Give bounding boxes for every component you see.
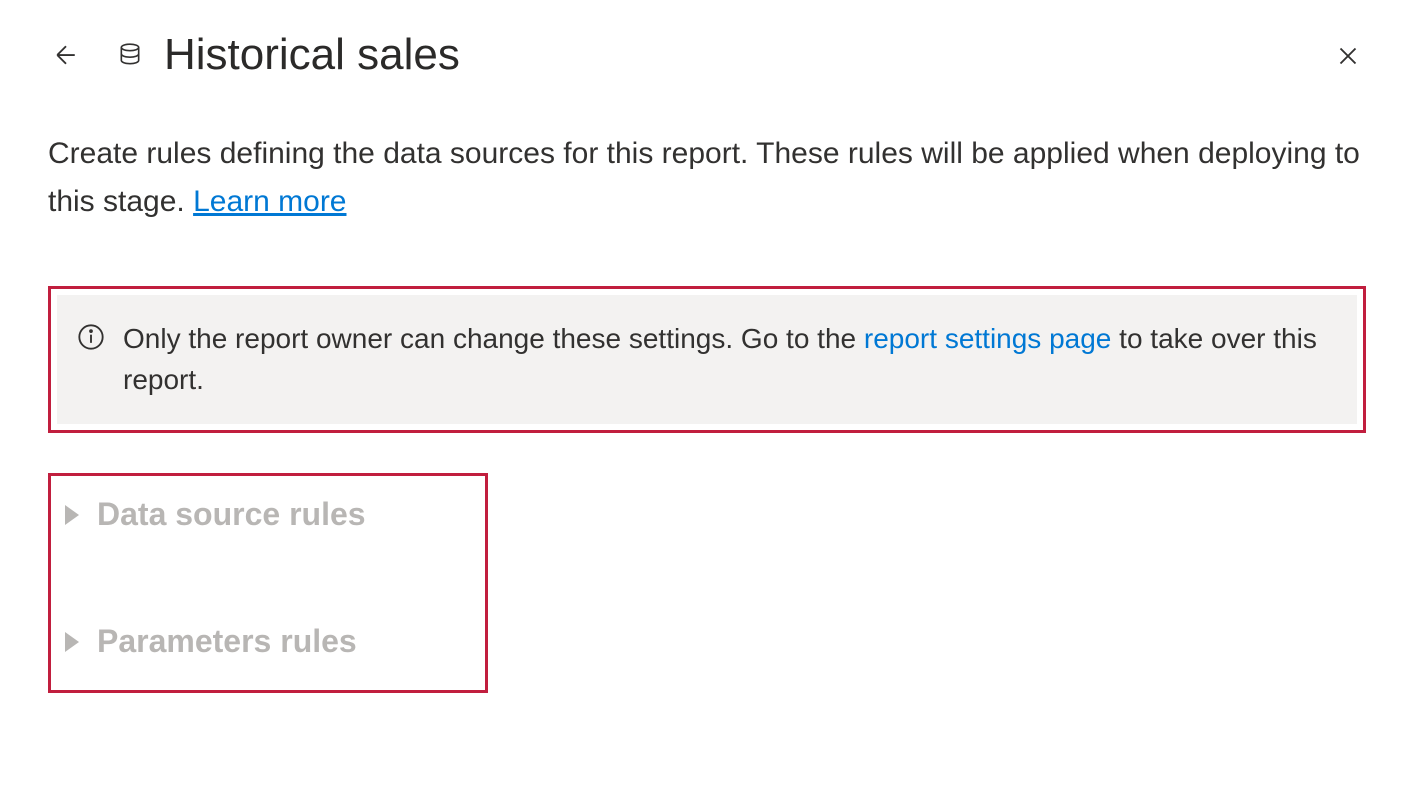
back-button[interactable] [48, 37, 84, 73]
parameters-rules-label: Parameters rules [97, 623, 357, 660]
data-source-rules-label: Data source rules [97, 496, 366, 533]
parameters-rules-expander[interactable]: Parameters rules [65, 623, 471, 660]
report-settings-link[interactable]: report settings page [864, 323, 1112, 354]
info-message: Only the report owner can change these s… [123, 319, 1337, 400]
learn-more-link[interactable]: Learn more [193, 185, 346, 218]
caret-right-icon [65, 632, 79, 652]
description-text: Create rules defining the data sources f… [48, 130, 1366, 226]
info-icon [77, 323, 105, 356]
info-text-prefix: Only the report owner can change these s… [123, 323, 864, 354]
close-icon [1333, 41, 1363, 71]
database-icon [116, 41, 144, 69]
data-source-rules-expander[interactable]: Data source rules [65, 496, 471, 533]
close-button[interactable] [1330, 38, 1366, 74]
info-banner: Only the report owner can change these s… [57, 295, 1357, 424]
panel-header: Historical sales [48, 30, 1366, 80]
page-title: Historical sales [164, 30, 460, 80]
info-banner-highlight: Only the report owner can change these s… [48, 286, 1366, 433]
caret-right-icon [65, 505, 79, 525]
arrow-left-icon [51, 40, 81, 70]
rules-section-highlight: Data source rules Parameters rules [48, 473, 488, 693]
